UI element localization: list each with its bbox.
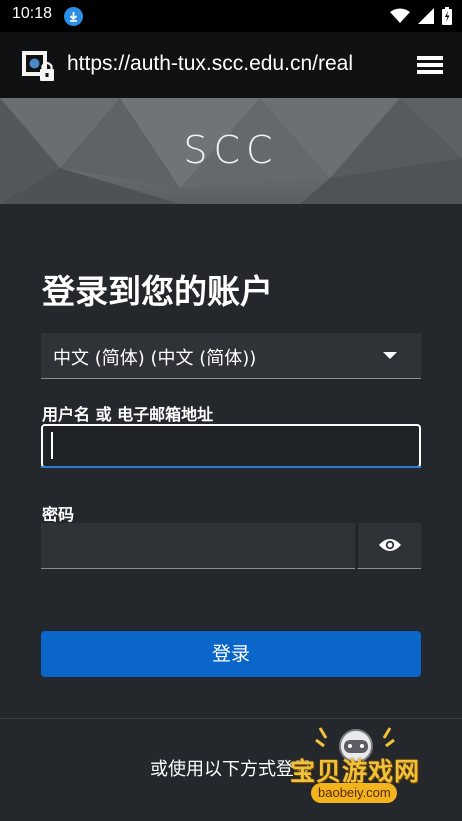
section-divider [0,718,462,719]
banner-title: SCC [183,128,279,172]
url-text[interactable]: https://auth-tux.scc.edu.cn/real [67,52,397,76]
page-heading: 登录到您的账户 [42,272,273,311]
wifi-icon [390,8,410,23]
signal-icon [418,8,434,24]
download-icon [64,7,83,26]
menu-icon[interactable] [414,52,446,80]
language-select-value: 中文 (简体) (中文 (简体)) [53,348,257,369]
status-bar: 10:18 [0,0,462,32]
battery-icon [442,7,452,25]
text-cursor [51,432,53,459]
status-icons [390,6,452,26]
username-label: 用户名 或 电子邮箱地址 [42,405,214,424]
login-button[interactable]: 登录 [41,631,421,677]
lock-icon[interactable] [22,51,58,85]
password-input[interactable] [41,523,355,569]
eye-icon [379,539,401,551]
language-select[interactable]: 中文 (简体) (中文 (简体)) [41,333,421,379]
show-password-button[interactable] [357,523,421,569]
watermark-url: baobeiy.com [318,785,391,800]
password-label: 密码 [42,505,75,524]
status-time: 10:18 [12,5,53,22]
chevron-down-icon [383,352,397,359]
username-input[interactable] [41,424,421,468]
username-focus-underline [41,466,421,468]
